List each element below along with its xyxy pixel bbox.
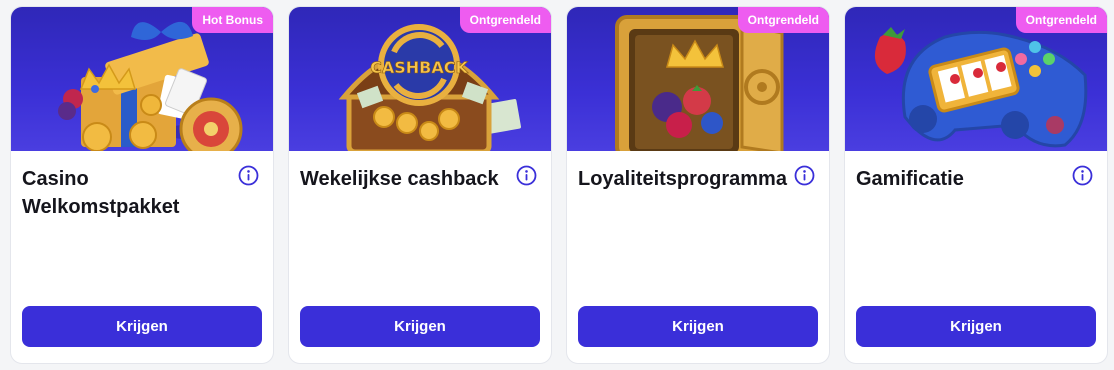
info-icon[interactable] bbox=[238, 165, 259, 186]
card-body: Loyaliteitsprogramma Krijgen bbox=[567, 151, 829, 363]
badge-unlocked: Ontgrendeld bbox=[737, 7, 829, 33]
card-body: Wekelijkse cashback Krijgen bbox=[289, 151, 551, 363]
card-hero: Hot Bonus bbox=[11, 7, 273, 151]
cashback-art-label: CASHBACK bbox=[370, 58, 468, 77]
card-title: Wekelijkse cashback bbox=[300, 168, 499, 190]
claim-button[interactable]: Krijgen bbox=[300, 306, 540, 347]
card-hero: Ontgrendeld bbox=[567, 7, 829, 151]
card-hero: Ontgrendeld bbox=[845, 7, 1107, 151]
claim-button[interactable]: Krijgen bbox=[22, 306, 262, 347]
claim-button[interactable]: Krijgen bbox=[578, 306, 818, 347]
info-icon[interactable] bbox=[794, 165, 815, 186]
card-hero: CASHBACK Ontgrendeld bbox=[289, 7, 551, 151]
bonus-card-gamification: Ontgrendeld Gamificatie Krijgen bbox=[844, 6, 1108, 364]
card-body: Casino Welkomstpakket Krijgen bbox=[11, 151, 273, 363]
badge-unlocked: Ontgrendeld bbox=[1015, 7, 1107, 33]
claim-button[interactable]: Krijgen bbox=[856, 306, 1096, 347]
bonus-card-row: Hot Bonus Casino Welkomstpakket Krijgen … bbox=[10, 6, 1108, 364]
card-title: Gamificatie bbox=[856, 168, 964, 190]
badge-hot-bonus: Hot Bonus bbox=[192, 7, 273, 33]
card-body: Gamificatie Krijgen bbox=[845, 151, 1107, 363]
bonus-card-loyalty: Ontgrendeld Loyaliteitsprogramma Krijgen bbox=[566, 6, 830, 364]
badge-unlocked: Ontgrendeld bbox=[459, 7, 551, 33]
info-icon[interactable] bbox=[1072, 165, 1093, 186]
bonus-card-cashback: CASHBACK Ontgrendeld Wekelijkse cashback… bbox=[288, 6, 552, 364]
bonus-card-welcome: Hot Bonus Casino Welkomstpakket Krijgen bbox=[10, 6, 274, 364]
card-title: Casino Welkomstpakket bbox=[22, 168, 180, 218]
card-title: Loyaliteitsprogramma bbox=[578, 168, 787, 190]
info-icon[interactable] bbox=[516, 165, 537, 186]
